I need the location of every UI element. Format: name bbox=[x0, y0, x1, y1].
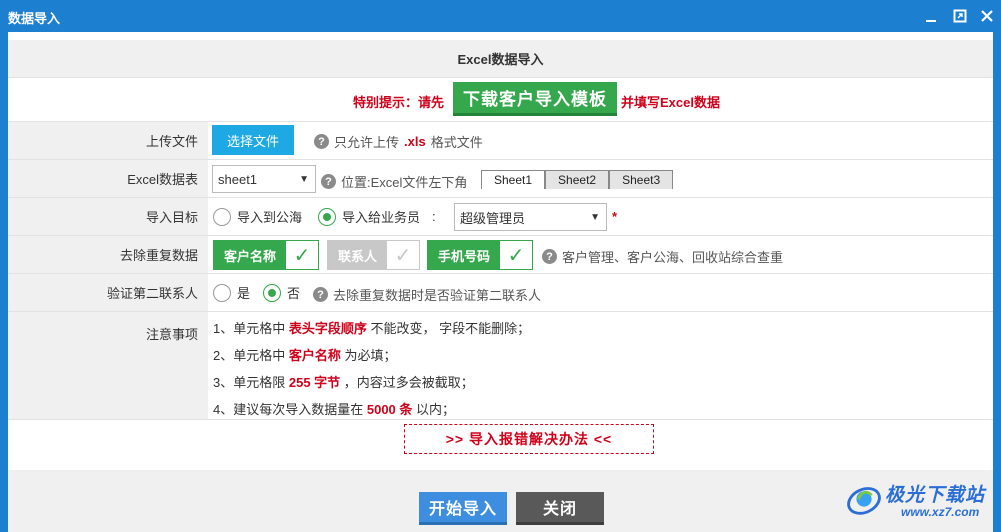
target-colon: : bbox=[432, 209, 436, 224]
radio-verify-yes[interactable] bbox=[213, 283, 231, 302]
excel-sheet-label: Excel数据表 bbox=[8, 160, 208, 197]
note-line-3: 3、单元格限 255 字节 ，内容过多会被截取； bbox=[213, 372, 474, 391]
dedupe-customer-name-label: 客户名称 bbox=[214, 241, 287, 269]
upload-label: 上传文件 bbox=[8, 122, 208, 159]
note-1-pre: 1、单元格中 bbox=[213, 321, 286, 336]
dedupe-customer-name[interactable]: 客户名称 ✓ bbox=[213, 240, 320, 270]
watermark-logo bbox=[847, 487, 881, 515]
close-icon[interactable] bbox=[977, 6, 997, 26]
help-icon[interactable]: ? bbox=[313, 287, 328, 302]
upload-hint-pre: 只允许上传 bbox=[334, 135, 400, 150]
dedupe-label: 去除重复数据 bbox=[8, 236, 208, 273]
choose-file-button[interactable]: 选择文件 bbox=[212, 125, 294, 155]
note-4-post: 以内； bbox=[416, 402, 456, 417]
help-icon[interactable]: ? bbox=[542, 249, 557, 264]
help-icon[interactable]: ? bbox=[314, 134, 329, 149]
upload-hint-ext: .xls bbox=[404, 134, 426, 149]
import-error-solution-link[interactable]: >> 导入报错解决办法 << bbox=[404, 424, 654, 454]
salesperson-select[interactable]: 超级管理员 ▼ bbox=[454, 203, 607, 231]
target-option-sea-label: 导入到公海 bbox=[237, 210, 303, 225]
check-icon: ✓ bbox=[387, 241, 420, 269]
upload-hint: ? 只允许上传 .xls 格式文件 bbox=[314, 132, 483, 151]
start-import-button[interactable]: 开始导入 bbox=[419, 492, 507, 525]
note-4-em: 5000 条 bbox=[366, 402, 413, 417]
note-line-1: 1、单元格中 表头字段顺序 不能改变， 字段不能删除； bbox=[213, 318, 530, 337]
verify-no-label: 否 bbox=[287, 286, 301, 301]
dedupe-contact-label: 联系人 bbox=[328, 241, 388, 269]
dedupe-phone-label: 手机号码 bbox=[428, 241, 501, 269]
panel-header: Excel数据导入 bbox=[8, 40, 993, 78]
note-1-em: 表头字段顺序 bbox=[288, 321, 367, 336]
upload-hint-post: 格式文件 bbox=[430, 135, 483, 150]
tip-row: 特别提示：请先 下载客户导入模板 并填写Excel数据 bbox=[8, 78, 993, 122]
check-icon: ✓ bbox=[500, 241, 533, 269]
note-2-pre: 2、单元格中 bbox=[213, 348, 286, 363]
check-icon: ✓ bbox=[286, 241, 319, 269]
tip-prefix: 特别提示：请先 bbox=[353, 95, 445, 110]
sheet-tabs: Sheet1 Sheet2 Sheet3 bbox=[481, 170, 674, 189]
note-line-2: 2、单元格中 客户名称 为必填； bbox=[213, 345, 397, 364]
verify-second-contact-label: 验证第二联系人 bbox=[8, 274, 208, 311]
close-button[interactable]: 关闭 bbox=[516, 492, 604, 525]
note-2-em: 客户名称 bbox=[288, 348, 341, 363]
upload-row: 上传文件 bbox=[8, 122, 993, 160]
note-1-post: 不能改变， 字段不能删除； bbox=[370, 321, 531, 336]
note-line-4: 4、建议每次导入数据量在 5000 条 以内； bbox=[213, 399, 455, 418]
maximize-icon[interactable] bbox=[950, 6, 970, 26]
sheet-select[interactable]: sheet1 ▼ bbox=[212, 165, 316, 193]
notes-label: 注意事项 bbox=[8, 312, 208, 419]
sheet-hint-text: 位置:Excel文件左下角 bbox=[341, 175, 468, 190]
sheet-select-value: sheet1 bbox=[218, 171, 258, 187]
note-4-pre: 4、建议每次导入数据量在 bbox=[213, 402, 364, 417]
verify-hint-text: 去除重复数据时是否验证第二联系人 bbox=[333, 288, 542, 303]
radio-sea[interactable] bbox=[213, 207, 231, 226]
verify-yes-option[interactable]: 是 bbox=[213, 283, 250, 302]
window-title: 数据导入 bbox=[8, 11, 61, 26]
dedupe-contact[interactable]: 联系人 ✓ bbox=[327, 240, 421, 270]
radio-verify-no[interactable] bbox=[263, 283, 281, 302]
sheet-tab-2[interactable]: Sheet2 bbox=[545, 170, 610, 189]
chevron-down-icon: ▼ bbox=[299, 174, 309, 185]
sheet-hint: ? 位置:Excel文件左下角 bbox=[321, 172, 467, 191]
note-3-pre: 3、单元格限 bbox=[213, 375, 286, 390]
target-option-sea[interactable]: 导入到公海 bbox=[213, 207, 302, 226]
note-2-post: 为必填； bbox=[344, 348, 397, 363]
radio-salesperson[interactable] bbox=[318, 207, 336, 226]
note-3-em: 255 字节 bbox=[288, 375, 341, 390]
watermark-url: www.xz7.com bbox=[901, 505, 980, 519]
chevron-down-icon: ▼ bbox=[590, 212, 600, 223]
dedupe-phone[interactable]: 手机号码 ✓ bbox=[427, 240, 534, 270]
verify-yes-label: 是 bbox=[237, 286, 251, 301]
dedupe-hint: ? 客户管理、客户公海、回收站综合查重 bbox=[542, 247, 783, 266]
import-target-label: 导入目标 bbox=[8, 198, 208, 235]
note-3-post: ，内容过多会被截取； bbox=[343, 375, 474, 390]
tip-suffix: 并填写Excel数据 bbox=[621, 95, 720, 110]
sheet-tab-3[interactable]: Sheet3 bbox=[609, 170, 674, 189]
help-icon[interactable]: ? bbox=[321, 174, 336, 189]
required-mark: * bbox=[612, 209, 618, 224]
dedupe-hint-text: 客户管理、客户公海、回收站综合查重 bbox=[562, 250, 784, 265]
window-titlebar: 数据导入 bbox=[0, 0, 1001, 32]
target-option-salesperson[interactable]: 导入给业务员 : bbox=[318, 207, 436, 226]
verify-no-option[interactable]: 否 bbox=[263, 283, 300, 302]
download-template-button[interactable]: 下载客户导入模板 bbox=[453, 82, 617, 116]
minimize-icon[interactable] bbox=[921, 6, 941, 26]
watermark-name: 极光下载站 bbox=[885, 485, 986, 506]
verify-hint: ? 去除重复数据时是否验证第二联系人 bbox=[313, 285, 541, 304]
salesperson-select-value: 超级管理员 bbox=[460, 210, 526, 226]
sheet-tab-1[interactable]: Sheet1 bbox=[481, 170, 546, 189]
watermark: 极光下载站 www.xz7.com bbox=[845, 478, 995, 528]
target-option-salesperson-label: 导入给业务员 bbox=[342, 210, 421, 225]
